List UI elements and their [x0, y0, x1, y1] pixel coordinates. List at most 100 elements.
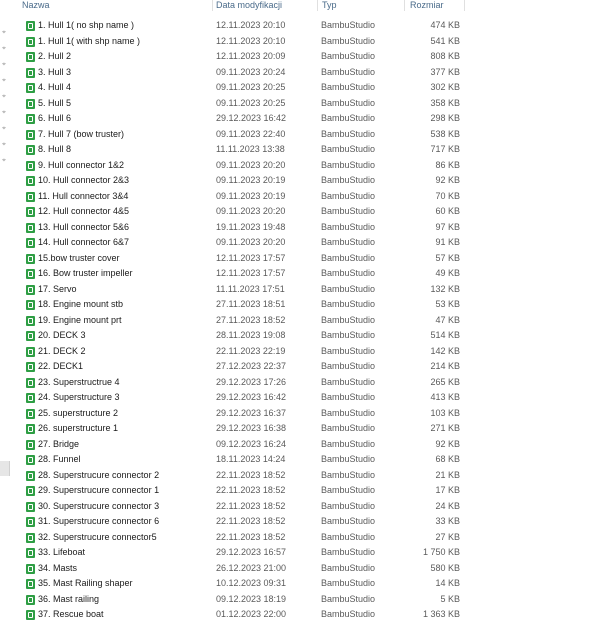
file-size: 413 KB: [430, 392, 460, 402]
table-row[interactable]: 6. Hull 6 29.12.2023 16:42 BambuStudio 298 …: [12, 111, 472, 127]
table-row[interactable]: 31. Superstrucure connector 6 22.11.2023 …: [12, 514, 472, 530]
bambustudio-file-icon: [26, 610, 35, 620]
table-row[interactable]: 33. Lifeboat 29.12.2023 16:57 BambuStudio 1…: [12, 545, 472, 561]
pin-icon[interactable]: [2, 46, 8, 52]
file-size: 53 KB: [435, 299, 460, 309]
bambustudio-file-icon: [26, 114, 35, 124]
table-row[interactable]: 28. Superstrucure connector 2 22.11.2023 …: [12, 468, 472, 484]
bambustudio-file-icon: [26, 548, 35, 558]
column-header-date[interactable]: Data modyfikacji: [216, 0, 282, 11]
column-divider[interactable]: [404, 0, 405, 11]
file-name: 11. Hull connector 3&4: [38, 190, 129, 201]
table-row[interactable]: 35. Mast Railing shaper 10.12.2023 09:31 B…: [12, 576, 472, 592]
file-size: 33 KB: [435, 516, 460, 526]
pin-icon[interactable]: [2, 142, 8, 148]
file-date: 09.11.2023 20:19: [216, 175, 286, 185]
table-row[interactable]: 15.bow truster cover 12.11.2023 17:57 Bamb…: [12, 251, 472, 267]
column-divider[interactable]: [317, 0, 318, 11]
pin-icon[interactable]: [2, 78, 8, 84]
pin-icon[interactable]: [2, 158, 8, 164]
table-row[interactable]: 22. DECK1 27.12.2023 22:37 BambuStudio 214 …: [12, 359, 472, 375]
file-size: 538 KB: [430, 128, 460, 139]
table-row[interactable]: 23. Superstructrue 4 29.12.2023 17:26 Bamb…: [12, 375, 472, 391]
table-row[interactable]: 12. Hull connector 4&5 09.11.2023 20:20 Ba…: [12, 204, 472, 220]
file-size: 103 KB: [430, 407, 460, 418]
file-size: 302 KB: [430, 82, 460, 92]
table-row[interactable]: 28. Funnel 18.11.2023 14:24 BambuStudio 68 …: [12, 452, 472, 468]
file-type: BambuStudio: [321, 407, 376, 418]
file-date: 22.11.2023 18:52: [216, 516, 286, 526]
table-row[interactable]: 16. Bow truster impeller 12.11.2023 17:57…: [12, 266, 472, 282]
table-row[interactable]: 37. Rescue boat 01.12.2023 22:00 BambuStud…: [12, 607, 472, 623]
table-row[interactable]: 1. Hull 1( with shp name ) 12.11.2023 20:…: [12, 34, 472, 50]
table-row[interactable]: 21. DECK 2 22.11.2023 22:19 BambuStudio 142…: [12, 344, 472, 360]
table-row[interactable]: 34. Masts 26.12.2023 21:00 BambuStudio 580 …: [12, 561, 472, 577]
bambustudio-file-icon: [26, 563, 35, 574]
column-header-size[interactable]: Rozmiar: [410, 0, 444, 11]
file-name: 19. Engine mount prt: [38, 314, 122, 325]
file-type: BambuStudio: [321, 547, 376, 557]
table-row[interactable]: 18. Engine mount stb 27.11.2023 18:51 Bamb…: [12, 297, 472, 313]
table-row[interactable]: 3. Hull 3 09.11.2023 20:24 BambuStudio 377 …: [12, 65, 472, 81]
file-type: BambuStudio: [321, 469, 376, 480]
column-divider[interactable]: [212, 0, 213, 11]
file-type: BambuStudio: [321, 423, 376, 433]
table-row[interactable]: 27. Bridge 09.12.2023 16:24 BambuStudio 92 …: [12, 437, 472, 453]
bambustudio-file-icon: [26, 300, 35, 310]
pin-icon[interactable]: [2, 94, 8, 100]
file-name: 26. superstructure 1: [38, 423, 119, 433]
table-row[interactable]: 9. Hull connector 1&2 09.11.2023 20:20 Bam…: [12, 158, 472, 174]
table-row[interactable]: 14. Hull connector 6&7 09.11.2023 20:20 Ba…: [12, 235, 472, 251]
file-date: 12.11.2023 20:10: [216, 20, 286, 30]
pin-icon[interactable]: [2, 62, 8, 68]
pin-icon[interactable]: [2, 110, 8, 116]
file-name: 21. DECK 2: [38, 345, 86, 356]
table-row[interactable]: 32. Superstrucure connector5 22.11.2023 1…: [12, 530, 472, 546]
file-type: BambuStudio: [321, 128, 376, 139]
table-row[interactable]: 4. Hull 4 09.11.2023 20:25 BambuStudio 302 …: [12, 80, 472, 96]
table-row[interactable]: 13. Hull connector 5&6 19.11.2023 19:48 Ba…: [12, 220, 472, 236]
table-row[interactable]: 36. Mast railing 09.12.2023 18:19 BambuStu…: [12, 592, 472, 608]
bambustudio-file-icon: [26, 269, 35, 279]
file-date: 11.11.2023 13:38: [216, 144, 285, 154]
file-name: 31. Superstrucure connector 6: [38, 516, 160, 526]
column-header-name[interactable]: Nazwa: [22, 0, 50, 11]
pin-icon[interactable]: [2, 126, 8, 132]
file-size: 1 750 KB: [422, 547, 460, 557]
file-type: BambuStudio: [321, 438, 376, 449]
table-row[interactable]: 20. DECK 3 28.11.2023 19:08 BambuStudio 514…: [12, 328, 472, 344]
bambustudio-file-icon: [26, 439, 35, 450]
table-row[interactable]: 17. Servo 11.11.2023 17:51 BambuStudio 132 …: [12, 282, 472, 298]
table-row[interactable]: 19. Engine mount prt 27.11.2023 18:52 Bamb…: [12, 313, 472, 329]
table-row[interactable]: 2. Hull 2 12.11.2023 20:09 BambuStudio 808 …: [12, 49, 472, 65]
file-name: 14. Hull connector 6&7: [38, 237, 130, 247]
file-type: BambuStudio: [321, 562, 376, 573]
file-size: 580 KB: [430, 562, 460, 573]
scrollbar-thumb[interactable]: [0, 461, 10, 476]
table-row[interactable]: 8. Hull 8 11.11.2023 13:38 BambuStudio 717 …: [12, 142, 472, 158]
file-date: 09.12.2023 18:19: [216, 593, 287, 604]
file-date: 29.12.2023 16:57: [216, 547, 287, 557]
table-row[interactable]: 29. Superstrucure connector 1 22.11.2023 …: [12, 483, 472, 499]
table-row[interactable]: 11. Hull connector 3&4 09.11.2023 20:19 Ba…: [12, 189, 472, 205]
table-row[interactable]: 5. Hull 5 09.11.2023 20:25 BambuStudio 358 …: [12, 96, 472, 112]
file-name: 2. Hull 2: [38, 51, 72, 61]
table-row[interactable]: 30. Superstrucure connector 3 22.11.2023 …: [12, 499, 472, 515]
table-row[interactable]: 7. Hull 7 (bow truster) 09.11.2023 22:40 B…: [12, 127, 472, 143]
bambustudio-file-icon: [26, 377, 35, 388]
file-size: 47 KB: [435, 314, 460, 325]
table-row[interactable]: 24. Superstructure 3 29.12.2023 16:42 Bamb…: [12, 390, 472, 406]
file-type: BambuStudio: [321, 392, 376, 402]
file-size: 57 KB: [435, 252, 460, 263]
file-size: 541 KB: [430, 35, 460, 46]
table-row[interactable]: 26. superstructure 1 29.12.2023 16:38 Bamb…: [12, 421, 472, 437]
file-date: 29.12.2023 16:42: [216, 392, 287, 402]
table-row[interactable]: 25. superstructure 2 29.12.2023 16:37 Bamb…: [12, 406, 472, 422]
column-header-type[interactable]: Typ: [322, 0, 337, 11]
table-row[interactable]: 10. Hull connector 2&3 09.11.2023 20:19 Ba…: [12, 173, 472, 189]
table-row[interactable]: 1. Hull 1( no shp name ) 12.11.2023 20:10…: [12, 18, 472, 34]
file-name: 1. Hull 1( with shp name ): [38, 35, 141, 46]
column-divider[interactable]: [464, 0, 465, 11]
pin-icon[interactable]: [2, 30, 8, 36]
bambustudio-file-icon: [26, 470, 35, 481]
